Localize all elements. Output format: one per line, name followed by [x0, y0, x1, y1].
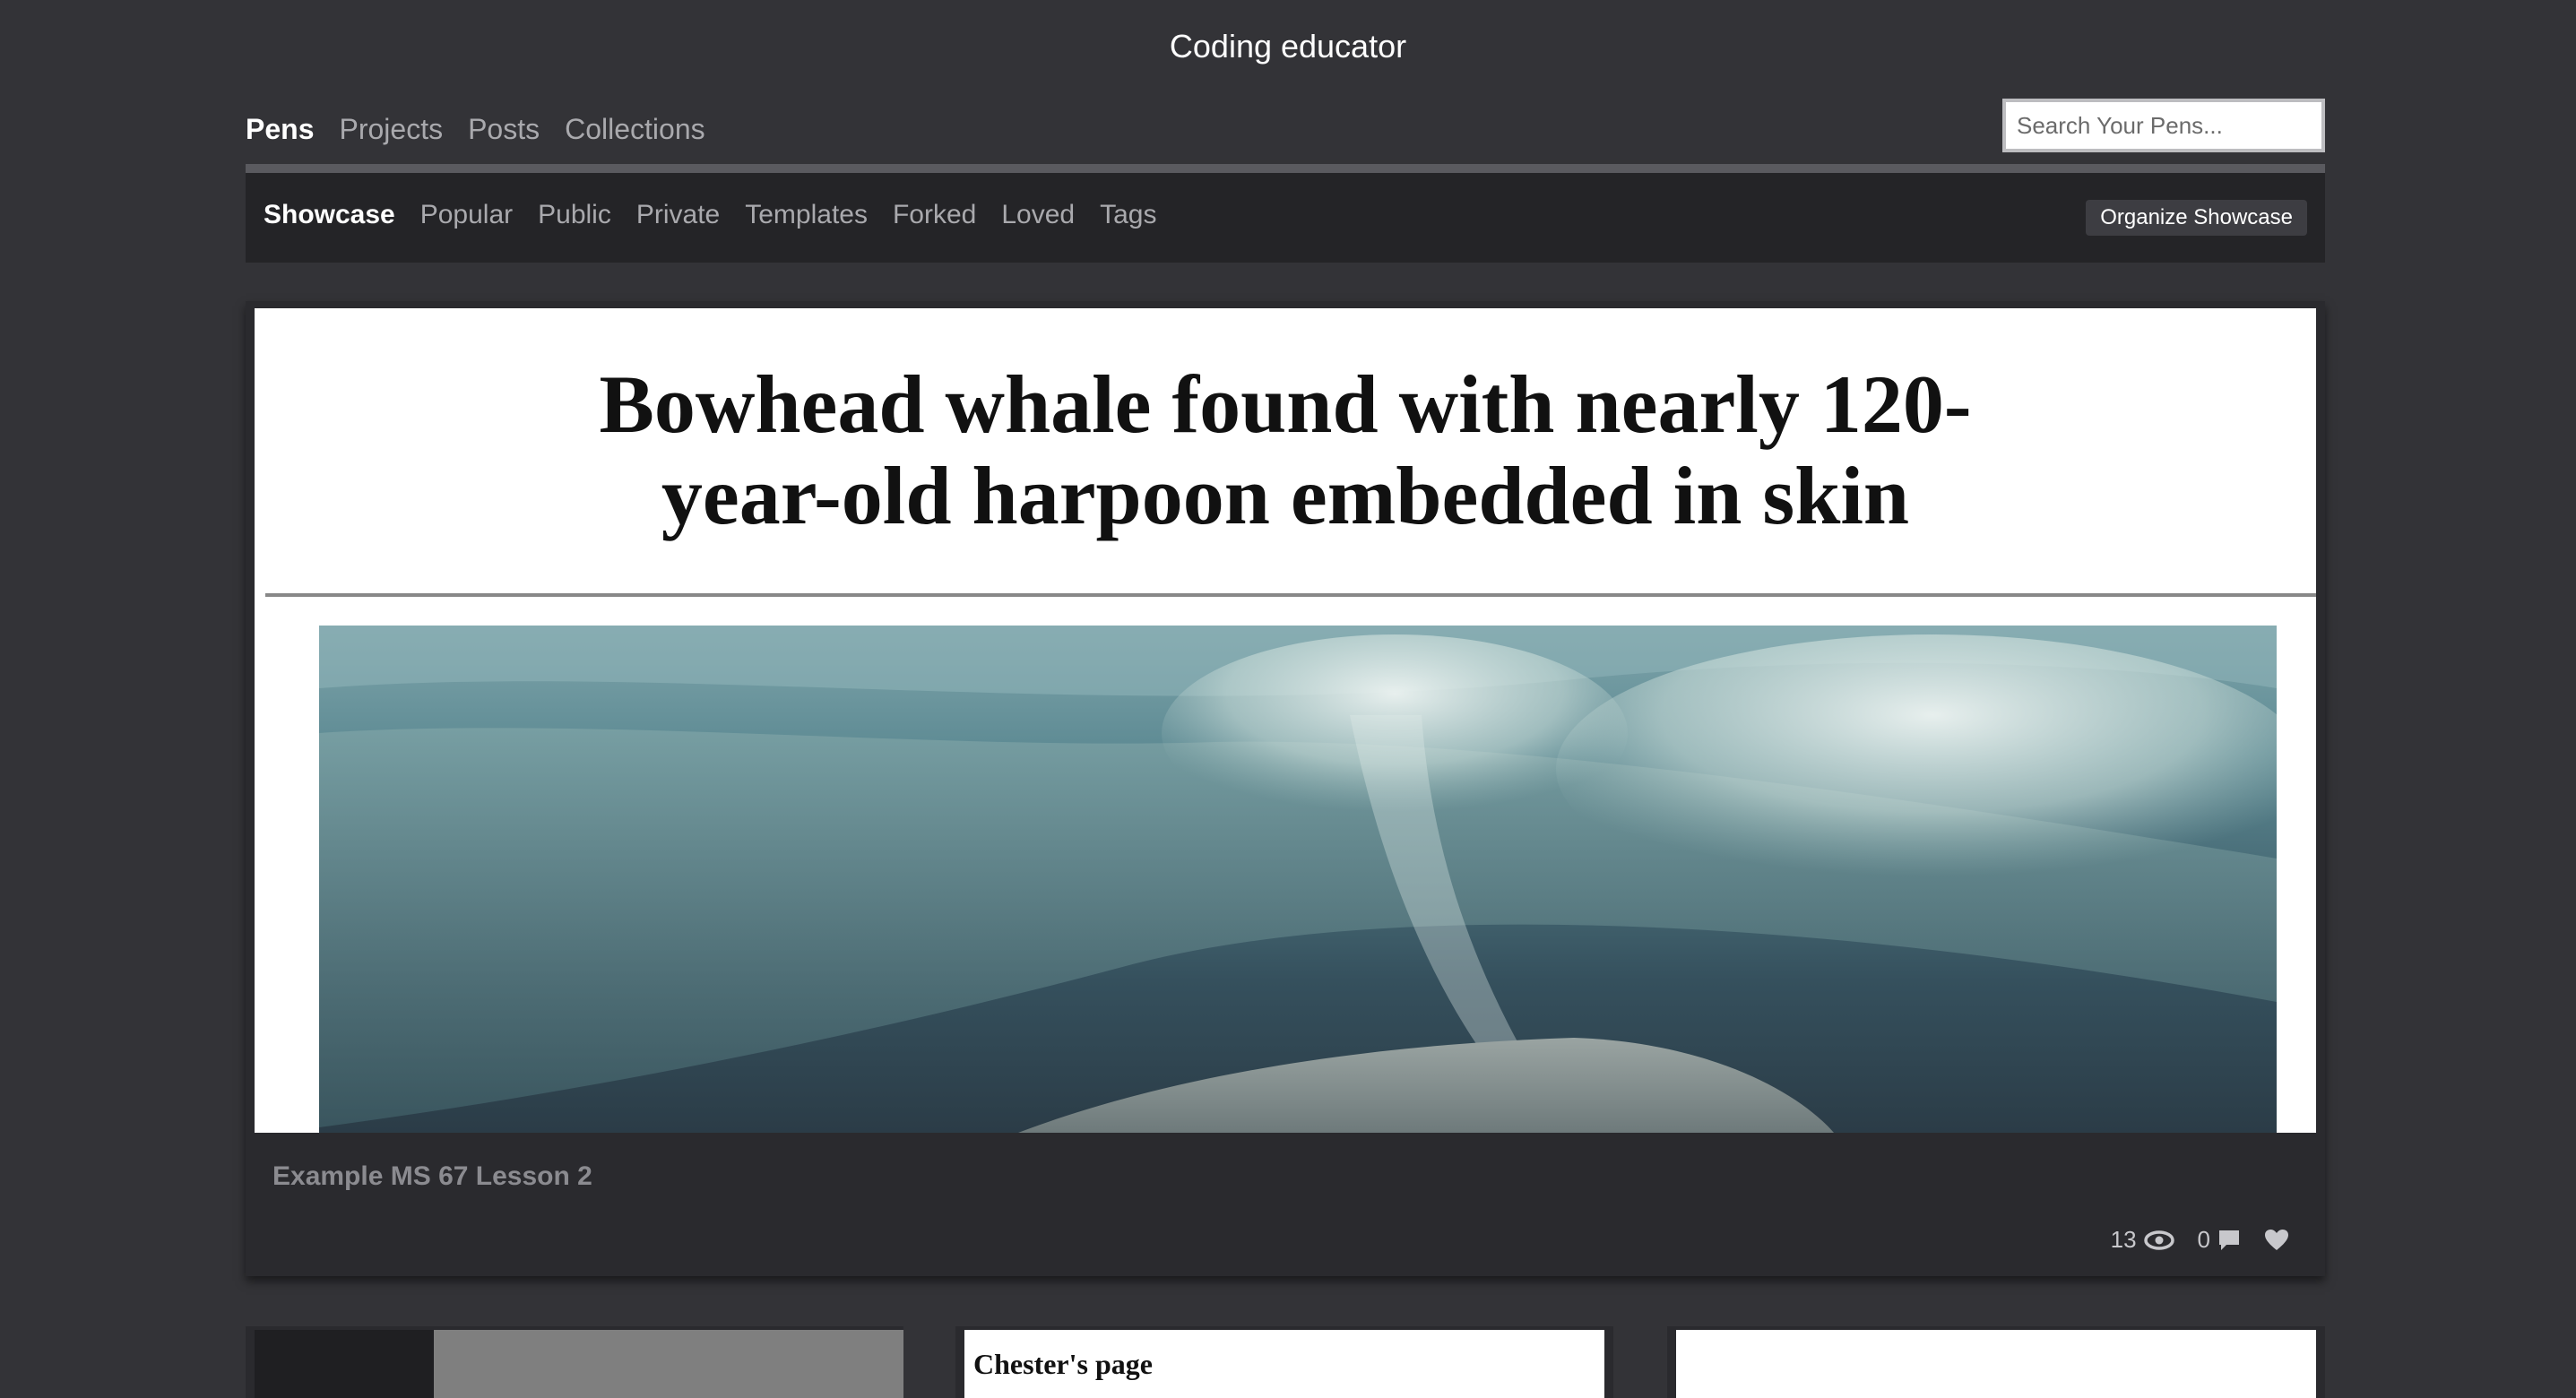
subtab-tags[interactable]: Tags	[1100, 200, 1156, 230]
pen-title[interactable]: Example MS 67 Lesson 2	[272, 1161, 592, 1192]
sub-nav: Showcase Popular Public Private Template…	[246, 173, 2325, 263]
showcase-pen-card: Bowhead whale found with nearly 120- yea…	[246, 301, 2325, 1276]
organize-showcase-button[interactable]: Organize Showcase	[2086, 200, 2307, 236]
pen-stats: 13 0	[2111, 1226, 2289, 1254]
subtab-private[interactable]: Private	[636, 200, 720, 230]
pen-card-3[interactable]	[1667, 1326, 2325, 1398]
views-count: 13	[2110, 1226, 2137, 1253]
pen-card-1-dark-panel	[255, 1330, 434, 1398]
pen-card-1[interactable]	[246, 1326, 903, 1398]
pen-card-3-preview	[1676, 1330, 2316, 1398]
eye-icon	[2143, 1230, 2174, 1250]
views-stat[interactable]: 13	[2111, 1226, 2174, 1254]
subtab-forked[interactable]: Forked	[893, 200, 976, 230]
whale-photo-graphic	[319, 626, 2277, 1133]
pen-preview[interactable]: Bowhead whale found with nearly 120- yea…	[255, 308, 2316, 1133]
comments-stat[interactable]: 0	[2198, 1226, 2241, 1254]
pen-card-2[interactable]: Chester's page	[955, 1326, 1613, 1398]
love-button[interactable]	[2264, 1229, 2289, 1252]
tab-collections[interactable]: Collections	[565, 113, 705, 146]
pen-card-2-preview: Chester's page	[964, 1330, 1604, 1398]
top-nav: Pens Projects Posts Collections	[246, 113, 705, 146]
subtab-public[interactable]: Public	[538, 200, 611, 230]
subtab-showcase[interactable]: Showcase	[264, 200, 395, 230]
search-input[interactable]	[2002, 99, 2325, 152]
chester-page-title: Chester's page	[973, 1348, 1153, 1380]
subtab-popular[interactable]: Popular	[420, 200, 513, 230]
comments-count: 0	[2197, 1226, 2210, 1253]
tab-posts[interactable]: Posts	[468, 113, 540, 146]
comment-icon	[2219, 1230, 2239, 1250]
subtab-loved[interactable]: Loved	[1001, 200, 1075, 230]
preview-divider	[265, 593, 2316, 597]
headline-line-1: Bowhead whale found with nearly 120-	[599, 358, 1972, 450]
preview-headline: Bowhead whale found with nearly 120- yea…	[255, 358, 2316, 541]
tab-projects[interactable]: Projects	[339, 113, 443, 146]
nav-divider	[246, 164, 2325, 173]
pen-card-1-preview	[255, 1330, 903, 1398]
page-title: Coding educator	[1169, 28, 1407, 65]
heart-icon	[2265, 1229, 2288, 1250]
tab-pens[interactable]: Pens	[246, 113, 314, 146]
whale-photo	[319, 626, 2277, 1133]
headline-line-2: year-old harpoon embedded in skin	[661, 450, 1910, 541]
subtab-templates[interactable]: Templates	[745, 200, 868, 230]
